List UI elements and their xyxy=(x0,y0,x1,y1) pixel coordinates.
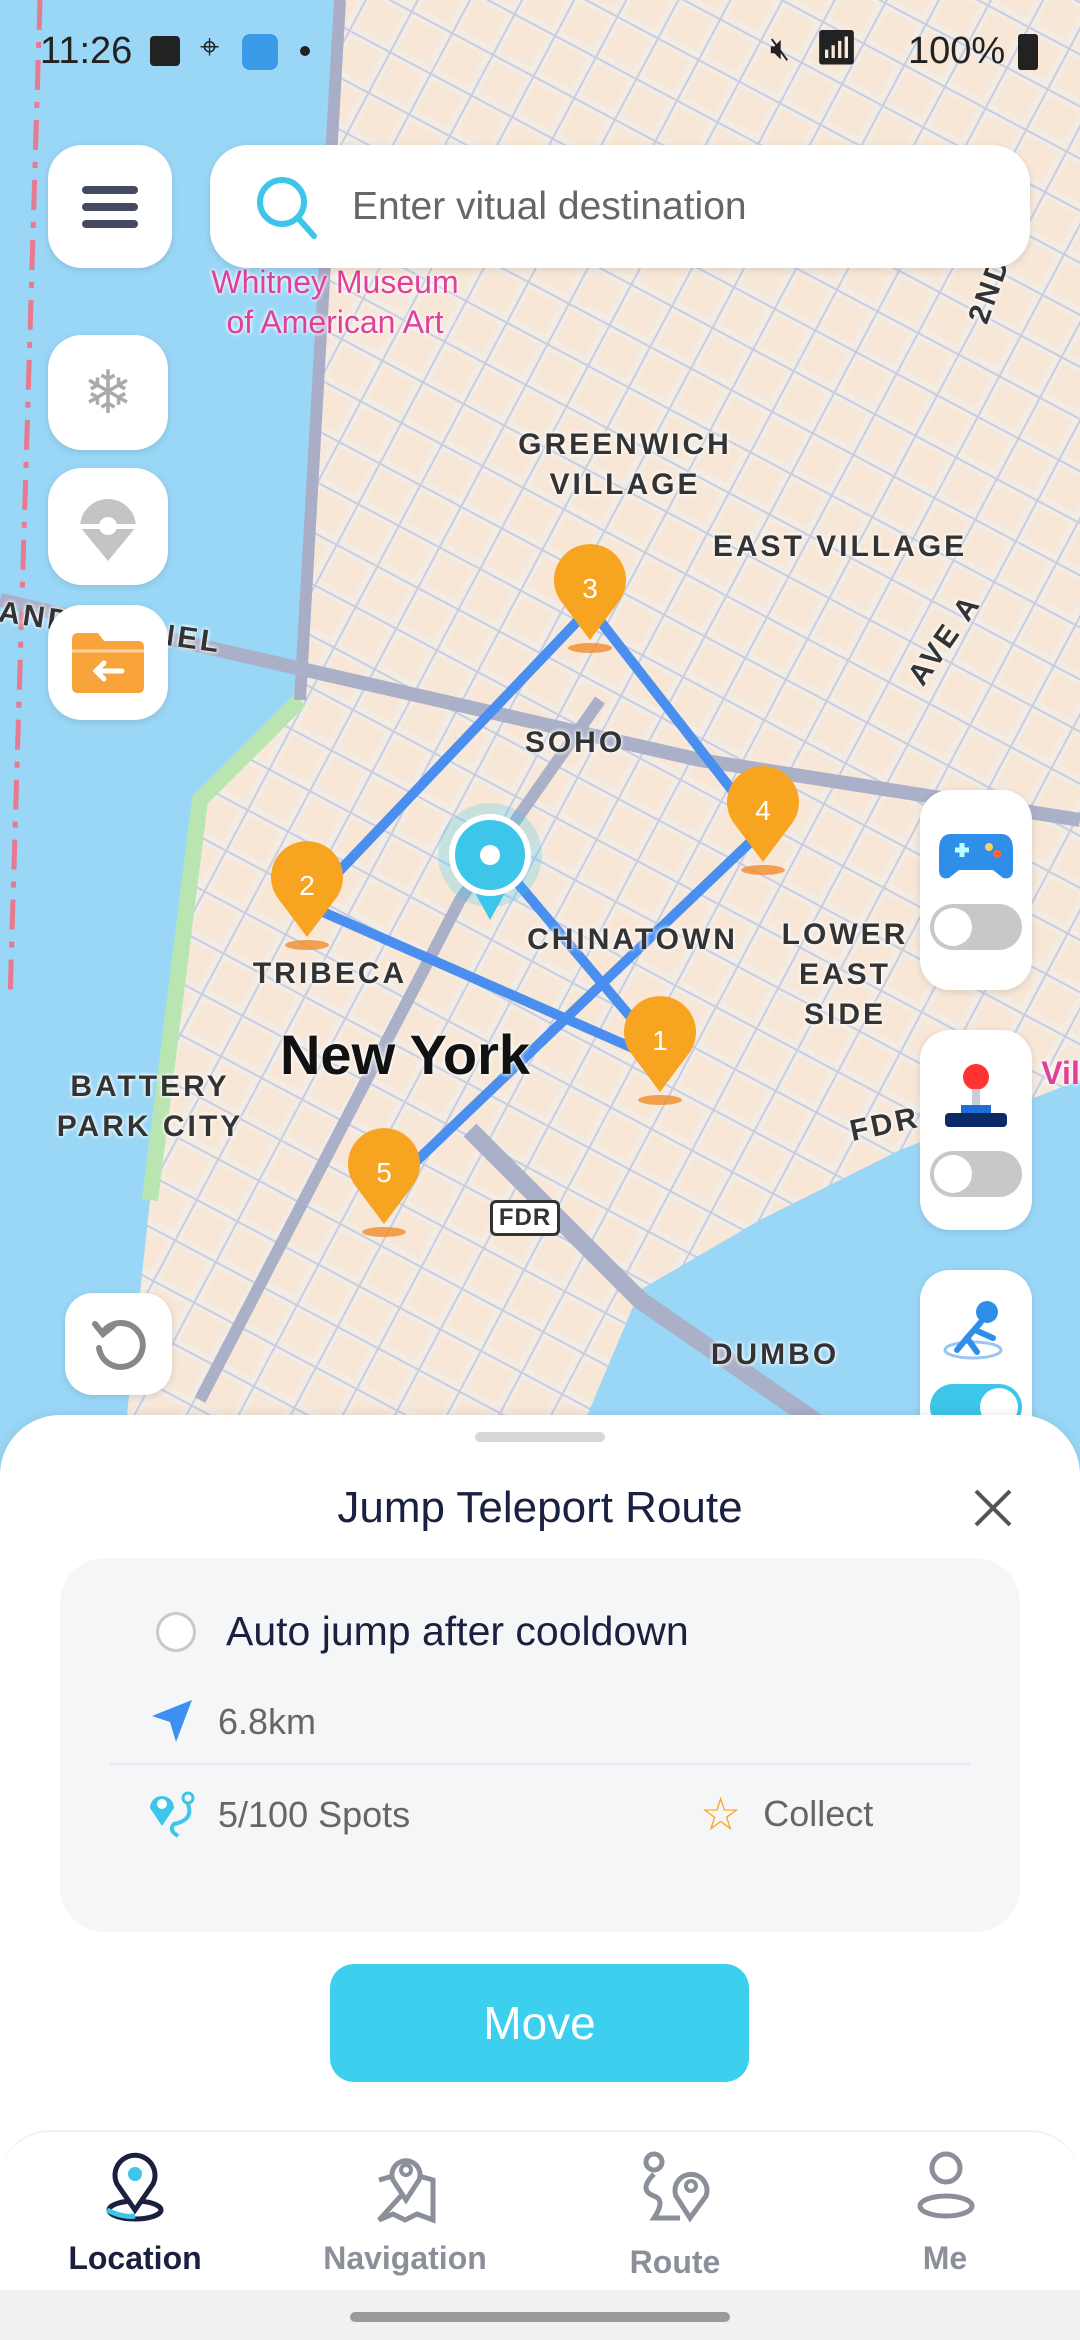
search-input[interactable]: Enter vitual destination xyxy=(210,145,1030,268)
navigation-arrow-icon xyxy=(152,1700,192,1742)
map-label-battery-park: BATTERY PARK CITY xyxy=(56,1070,244,1143)
refresh-icon xyxy=(91,1320,146,1370)
map-label-vill: Vill xyxy=(1041,1055,1080,1091)
drag-handle[interactable] xyxy=(475,1432,605,1442)
refresh-button[interactable] xyxy=(65,1293,172,1395)
map-label-dumbo: DUMBO xyxy=(710,1338,840,1371)
map-pin-icon xyxy=(377,2158,436,2224)
route-pin-label: 1 xyxy=(652,1025,668,1056)
joystick-panel xyxy=(920,1030,1032,1230)
bottom-nav: Location Navigation Route Me xyxy=(0,2130,1080,2290)
route-info-card: Auto jump after cooldown 6.8km 5/100 Spo… xyxy=(60,1558,1020,1932)
pokeball-pin-icon xyxy=(78,498,138,561)
search-placeholder: Enter vitual destination xyxy=(352,184,747,228)
route-pin-label: 2 xyxy=(299,870,315,901)
freeze-button[interactable]: ❄ xyxy=(48,335,168,450)
collect-button[interactable]: ☆ Collect xyxy=(700,1786,873,1842)
nav-route[interactable]: Route xyxy=(540,2132,810,2292)
hamburger-icon xyxy=(82,185,138,228)
location-pin-icon xyxy=(105,2152,164,2222)
status-time: 11:26 xyxy=(40,30,133,72)
map-label-east-village: EAST VILLAGE xyxy=(712,530,968,563)
map-label-soho: SOHO xyxy=(524,726,626,759)
nav-me[interactable]: Me xyxy=(810,2132,1080,2292)
map-label-lower-east-side: LOWER EAST SIDE xyxy=(781,918,909,1031)
map-label-tribeca: TRIBECA xyxy=(252,957,408,990)
user-icon xyxy=(917,2151,975,2219)
collect-label: Collect xyxy=(763,1793,874,1834)
folder-back-icon xyxy=(72,632,144,693)
spots-route-icon xyxy=(150,1791,195,1838)
nav-me-label: Me xyxy=(922,2240,968,2276)
route-pin-label: 3 xyxy=(582,573,598,604)
snowflake-icon: ❄ xyxy=(82,358,134,426)
location-icon: ⌖ xyxy=(200,28,220,66)
sheet-title: Jump Teleport Route xyxy=(337,1483,743,1532)
map-label-new-york: New York xyxy=(279,1023,531,1086)
route-distance: 6.8km xyxy=(218,1701,317,1742)
status-bar: 11:26 ⌖ 🔇︎ 📶︎ 100% xyxy=(0,22,1080,82)
pokestop-button[interactable] xyxy=(48,468,168,585)
spots-count: 5/100 Spots xyxy=(218,1794,411,1835)
map-label-greenwich: GREENWICH VILLAGE xyxy=(518,428,732,501)
divider xyxy=(110,1763,970,1765)
move-button[interactable]: Move xyxy=(330,1964,749,2082)
nav-navigation[interactable]: Navigation xyxy=(270,2132,540,2292)
route-icon xyxy=(643,2151,710,2223)
mute-icon: 🔇︎ xyxy=(770,30,791,66)
saved-folder-button[interactable] xyxy=(48,605,168,720)
jump-teleport-route-sheet: Jump Teleport Route Auto jump after cool… xyxy=(0,1415,1080,2340)
route-pin-label: 4 xyxy=(755,795,771,826)
battery-icon xyxy=(1018,34,1038,70)
gallery-icon xyxy=(150,36,180,66)
map-label-whitney: Whitney Museum of American Art xyxy=(211,264,459,340)
battery-percent: 100% xyxy=(908,30,1006,72)
joystick-toggle[interactable] xyxy=(930,1151,1022,1197)
close-icon[interactable] xyxy=(972,1487,1014,1529)
route-pin-label: 5 xyxy=(376,1157,392,1188)
menu-button[interactable] xyxy=(48,145,172,268)
gamepad-icon xyxy=(939,834,1013,879)
nav-location[interactable]: Location xyxy=(0,2132,270,2292)
nav-route-label: Route xyxy=(629,2244,721,2280)
gesture-bar xyxy=(0,2290,1080,2340)
running-teleport-icon xyxy=(943,1301,1003,1360)
game-mode-panel xyxy=(920,790,1032,990)
app-icon xyxy=(242,34,278,70)
nav-location-label: Location xyxy=(68,2240,202,2276)
star-icon: ☆ xyxy=(700,1788,742,1840)
auto-jump-radio[interactable] xyxy=(156,1612,196,1652)
joystick-icon xyxy=(945,1064,1007,1127)
game-mode-toggle[interactable] xyxy=(930,904,1022,950)
map-label-fdr-badge: FDR xyxy=(490,1200,560,1236)
home-indicator[interactable] xyxy=(350,2312,730,2322)
search-icon xyxy=(257,176,317,239)
auto-jump-label: Auto jump after cooldown xyxy=(226,1608,689,1654)
nav-navigation-label: Navigation xyxy=(323,2240,487,2276)
map-label-chinatown: CHINATOWN xyxy=(527,923,738,956)
wifi-icon: 📶︎ xyxy=(815,29,859,67)
dot-icon xyxy=(300,46,310,56)
